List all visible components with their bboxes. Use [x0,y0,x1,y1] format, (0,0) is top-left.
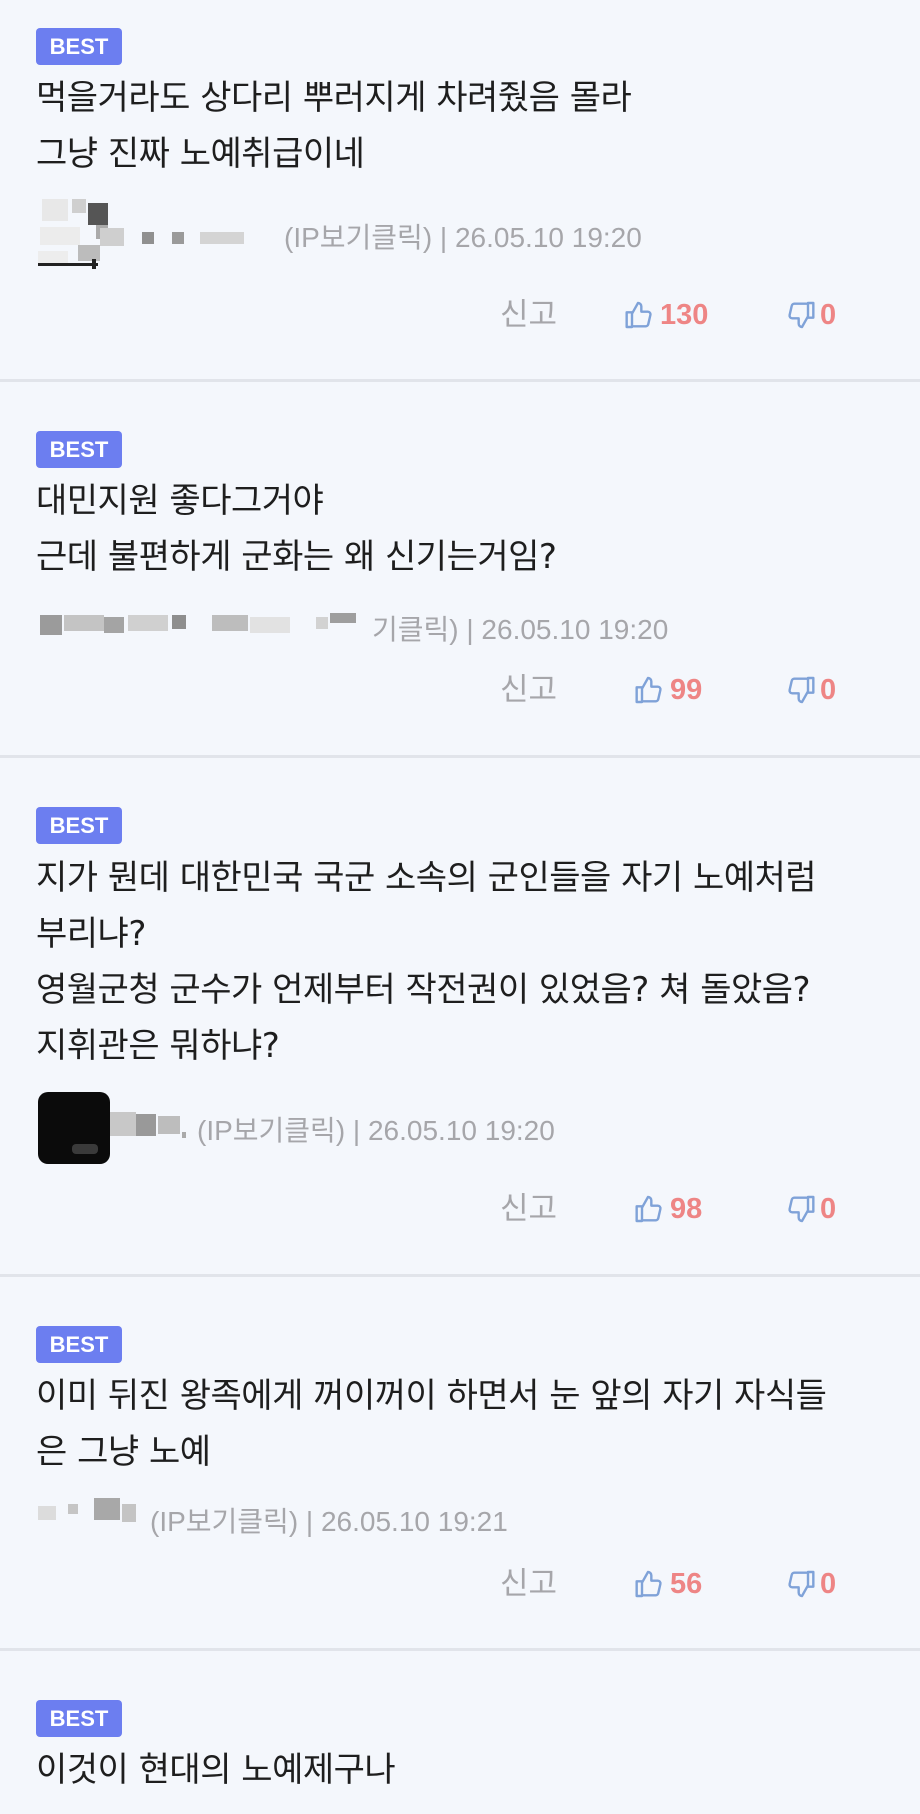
thumbs-up-icon [635,1195,662,1223]
best-badge: BEST [36,28,122,65]
blurred-username [100,228,250,248]
best-badge: BEST [36,807,122,844]
like-button[interactable]: 56 [634,1564,702,1604]
best-badge: BEST [36,431,122,468]
comment-actions: 신고 130 0 [0,295,920,335]
comment-text: 대민지원 좋다그거야 근데 불편하게 군화는 왜 신기는거임? [36,481,557,577]
comment-meta[interactable]: (IP보기클릭) | 26.05.10 19:20 [197,1109,555,1149]
comment-text: 이미 뒤진 왕족에게 꺼이꺼이 하면서 눈 앞의 자기 자식들 은 그냥 노예 [36,1376,827,1472]
comment-divider [0,755,920,758]
like-button[interactable]: 130 [624,295,708,335]
avatar[interactable] [30,195,108,273]
thumbs-up-icon [625,301,652,329]
comment-actions: 신고 99 0 [0,670,920,710]
comment-text: 지가 뭔데 대한민국 국군 소속의 군인들을 자기 노예처럼 부리냐? 영월군청… [36,858,817,1066]
dislike-count: 0 [820,1192,837,1225]
dislike-button[interactable]: 0 [784,295,836,335]
comment-actions: 신고 56 0 [0,1564,920,1604]
like-count: 99 [670,673,703,706]
comment-meta[interactable]: 기클릭) | 26.05.10 19:20 [372,608,668,648]
like-count: 130 [660,298,709,331]
best-badge: BEST [36,1700,122,1737]
comment-divider [0,1274,920,1277]
comment-text: 이것이 현대의 노예제구나 [36,1750,396,1790]
like-count: 56 [670,1567,703,1600]
dislike-button[interactable]: 0 [784,1564,836,1604]
like-count: 98 [670,1192,703,1225]
like-button[interactable]: 99 [634,670,702,710]
report-button[interactable]: 신고 [500,295,557,335]
dislike-count: 0 [820,673,837,706]
report-button[interactable]: 신고 [500,670,557,710]
report-button[interactable]: 신고 [500,1189,557,1229]
thumbs-up-icon [635,676,662,704]
comment-divider [0,1648,920,1651]
thumbs-down-icon [788,1195,815,1223]
comment-actions: 신고 98 0 [0,1189,920,1229]
blurred-username [40,613,370,635]
report-button[interactable]: 신고 [500,1564,557,1604]
comment-meta[interactable]: (IP보기클릭) | 26.05.10 19:20 [284,216,642,256]
dislike-button[interactable]: 0 [784,670,836,710]
best-badge: BEST [36,1326,122,1363]
comment-divider [0,379,920,382]
blurred-username [110,1112,190,1140]
comment-meta[interactable]: (IP보기클릭) | 26.05.10 19:21 [150,1500,508,1540]
blurred-username [38,1498,138,1526]
dislike-count: 0 [820,298,837,331]
thumbs-down-icon [788,1570,815,1598]
avatar[interactable] [38,1092,110,1164]
dislike-button[interactable]: 0 [784,1189,836,1229]
thumbs-down-icon [788,676,815,704]
thumbs-up-icon [635,1570,662,1598]
like-button[interactable]: 98 [634,1189,702,1229]
dislike-count: 0 [820,1567,837,1600]
comment-text: 먹을거라도 상다리 뿌러지게 차려줬음 몰라 그냥 진짜 노예취급이네 [36,78,632,174]
thumbs-down-icon [788,301,815,329]
